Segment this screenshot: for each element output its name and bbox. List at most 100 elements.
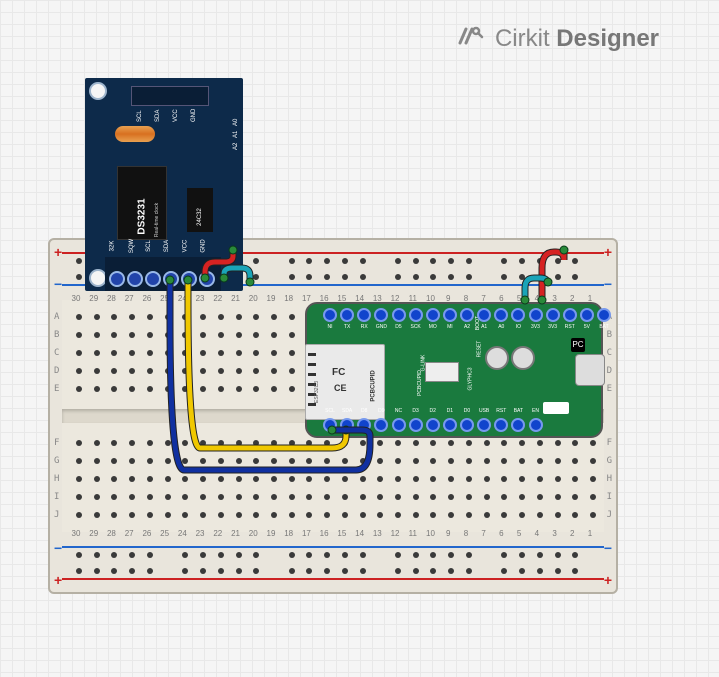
- tie-hole[interactable]: [430, 512, 436, 518]
- tie-hole[interactable]: [271, 494, 277, 500]
- rail-hole[interactable]: [147, 552, 153, 558]
- tie-hole[interactable]: [395, 458, 401, 464]
- tie-hole[interactable]: [111, 512, 117, 518]
- esp32-board[interactable]: FC CE PCBCUPID ESP32C3 PC RESET BOOT G-L…: [305, 302, 603, 438]
- tie-hole[interactable]: [377, 476, 383, 482]
- esp-pin[interactable]: [392, 418, 406, 432]
- esp-pin[interactable]: [323, 418, 337, 432]
- tie-hole[interactable]: [590, 458, 596, 464]
- tie-hole[interactable]: [76, 458, 82, 464]
- tie-hole[interactable]: [289, 494, 295, 500]
- rail-hole[interactable]: [537, 552, 543, 558]
- tie-hole[interactable]: [94, 440, 100, 446]
- tie-hole[interactable]: [253, 314, 259, 320]
- tie-hole[interactable]: [413, 512, 419, 518]
- rail-hole[interactable]: [413, 552, 419, 558]
- rail-hole[interactable]: [448, 568, 454, 574]
- tie-hole[interactable]: [484, 494, 490, 500]
- rail-hole[interactable]: [129, 568, 135, 574]
- tie-hole[interactable]: [519, 512, 525, 518]
- tie-hole[interactable]: [236, 494, 242, 500]
- rail-hole[interactable]: [555, 258, 561, 264]
- tie-hole[interactable]: [413, 440, 419, 446]
- rail-hole[interactable]: [519, 552, 525, 558]
- rail-hole[interactable]: [555, 274, 561, 280]
- rail-hole[interactable]: [289, 568, 295, 574]
- rail-hole[interactable]: [76, 552, 82, 558]
- esp-pin[interactable]: [477, 418, 491, 432]
- esp-pin[interactable]: [529, 418, 543, 432]
- esp-pin[interactable]: [563, 308, 577, 322]
- rail-hole[interactable]: [466, 274, 472, 280]
- tie-hole[interactable]: [253, 512, 259, 518]
- tie-hole[interactable]: [200, 440, 206, 446]
- esp-pin[interactable]: [511, 418, 525, 432]
- tie-hole[interactable]: [218, 440, 224, 446]
- tie-hole[interactable]: [289, 314, 295, 320]
- tie-hole[interactable]: [182, 440, 188, 446]
- tie-hole[interactable]: [76, 440, 82, 446]
- tie-hole[interactable]: [537, 440, 543, 446]
- esp-pin[interactable]: [494, 418, 508, 432]
- tie-hole[interactable]: [501, 494, 507, 500]
- tie-hole[interactable]: [76, 494, 82, 500]
- tie-hole[interactable]: [94, 476, 100, 482]
- esp-pin[interactable]: [546, 308, 560, 322]
- rail-hole[interactable]: [94, 568, 100, 574]
- tie-hole[interactable]: [182, 458, 188, 464]
- tie-hole[interactable]: [342, 458, 348, 464]
- tie-hole[interactable]: [236, 368, 242, 374]
- tie-hole[interactable]: [165, 494, 171, 500]
- tie-hole[interactable]: [590, 494, 596, 500]
- tie-hole[interactable]: [182, 350, 188, 356]
- tie-hole[interactable]: [519, 440, 525, 446]
- tie-hole[interactable]: [413, 458, 419, 464]
- tie-hole[interactable]: [147, 440, 153, 446]
- rail-hole[interactable]: [501, 552, 507, 558]
- rail-hole[interactable]: [572, 274, 578, 280]
- esp-pin[interactable]: [357, 418, 371, 432]
- tie-hole[interactable]: [111, 350, 117, 356]
- tie-hole[interactable]: [448, 458, 454, 464]
- tie-hole[interactable]: [555, 476, 561, 482]
- rail-hole[interactable]: [289, 274, 295, 280]
- tie-hole[interactable]: [519, 458, 525, 464]
- tie-hole[interactable]: [572, 476, 578, 482]
- tie-hole[interactable]: [253, 494, 259, 500]
- rail-hole[interactable]: [572, 552, 578, 558]
- rail-hole[interactable]: [306, 568, 312, 574]
- tie-hole[interactable]: [289, 386, 295, 392]
- tie-hole[interactable]: [395, 440, 401, 446]
- tie-hole[interactable]: [501, 440, 507, 446]
- tie-hole[interactable]: [271, 332, 277, 338]
- tie-hole[interactable]: [94, 368, 100, 374]
- tie-hole[interactable]: [76, 368, 82, 374]
- rail-hole[interactable]: [94, 552, 100, 558]
- tie-hole[interactable]: [342, 440, 348, 446]
- tie-hole[interactable]: [430, 458, 436, 464]
- esp-pin[interactable]: [357, 308, 371, 322]
- esp-pin[interactable]: [460, 418, 474, 432]
- tie-hole[interactable]: [147, 458, 153, 464]
- tie-hole[interactable]: [147, 512, 153, 518]
- tie-hole[interactable]: [271, 476, 277, 482]
- rail-hole[interactable]: [360, 258, 366, 264]
- tie-hole[interactable]: [555, 494, 561, 500]
- tie-hole[interactable]: [501, 476, 507, 482]
- tie-hole[interactable]: [289, 368, 295, 374]
- tie-hole[interactable]: [555, 512, 561, 518]
- tie-hole[interactable]: [165, 332, 171, 338]
- tie-hole[interactable]: [218, 314, 224, 320]
- tie-hole[interactable]: [147, 350, 153, 356]
- tie-hole[interactable]: [289, 476, 295, 482]
- esp-pin[interactable]: [374, 308, 388, 322]
- tie-hole[interactable]: [182, 314, 188, 320]
- tie-hole[interactable]: [165, 368, 171, 374]
- tie-hole[interactable]: [324, 512, 330, 518]
- tie-hole[interactable]: [182, 494, 188, 500]
- rail-hole[interactable]: [253, 258, 259, 264]
- rail-hole[interactable]: [395, 274, 401, 280]
- rail-hole[interactable]: [360, 552, 366, 558]
- rail-hole[interactable]: [395, 258, 401, 264]
- tie-hole[interactable]: [218, 458, 224, 464]
